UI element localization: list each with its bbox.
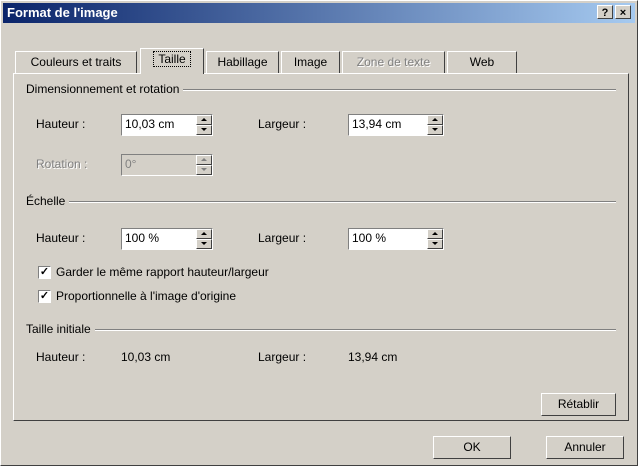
tab-panel-taille: Dimensionnement et rotation Hauteur : 10… [13,73,629,421]
spin-up-arrow-icon[interactable] [196,115,212,125]
scale-hauteur-spinner[interactable]: 100 % [121,228,213,250]
spinner-arrows [427,229,443,249]
scale-largeur-spinner[interactable]: 100 % [348,228,444,250]
dim-largeur-value: 13,94 cm [352,117,402,131]
format-image-dialog: Format de l'image ? × Couleurs et traits… [0,0,638,466]
checkmark-icon: ✓ [39,290,50,302]
lock-ratio-label[interactable]: Garder le même rapport hauteur/largeur [56,265,269,279]
group-divider [26,329,616,331]
dim-hauteur-label: Hauteur : [36,117,86,131]
scale-largeur-label: Largeur : [258,231,307,245]
dim-largeur-label: Largeur : [258,117,307,131]
tab-image[interactable]: Image [281,51,340,73]
orig-hauteur-value: 10,03 cm [121,350,171,364]
orig-largeur-label: Largeur : [258,350,307,364]
tab-label: Web [469,55,495,69]
spinner-arrows [196,155,212,175]
spin-up-arrow-icon[interactable] [427,115,443,125]
title-bar[interactable]: Format de l'image ? × [3,3,635,23]
help-button[interactable]: ? [597,5,613,19]
relative-original-checkbox[interactable]: ✓ [38,290,51,303]
spin-down-arrow-icon[interactable] [427,239,443,249]
reset-button[interactable]: Rétablir [541,393,616,416]
lock-ratio-checkbox[interactable]: ✓ [38,266,51,279]
dim-largeur-spinner[interactable]: 13,94 cm [348,114,444,136]
tab-couleurs-et-traits[interactable]: Couleurs et traits [15,51,137,73]
spin-up-arrow-icon[interactable] [196,229,212,239]
scale-largeur-value: 100 % [352,231,387,245]
tab-label: Habillage [217,55,268,69]
dim-hauteur-spinner[interactable]: 10,03 cm [121,114,213,136]
rotation-value: 0° [125,157,137,171]
ok-button[interactable]: OK [433,436,511,459]
orig-hauteur-label: Hauteur : [36,350,86,364]
tab-label: Couleurs et traits [30,55,122,69]
tab-label: Taille [153,51,191,67]
group-title-echelle: Échelle [26,194,70,208]
tab-zone-de-texte[interactable]: Zone de texte [342,51,445,73]
scale-hauteur-value: 100 % [125,231,160,245]
group-title-dimensionnement: Dimensionnement et rotation [26,82,184,96]
cancel-button[interactable]: Annuler [546,436,624,459]
dim-hauteur-value: 10,03 cm [125,117,175,131]
spinner-arrows [427,115,443,135]
spin-up-arrow-icon[interactable] [427,229,443,239]
group-title-taille-initiale: Taille initiale [26,322,95,336]
tab-label: Image [293,55,328,69]
spin-down-arrow-icon[interactable] [196,125,212,135]
rotation-label: Rotation : [36,157,88,171]
spinner-arrows [196,229,212,249]
spin-down-arrow-icon[interactable] [196,239,212,249]
relative-original-label[interactable]: Proportionnelle à l'image d'origine [56,289,236,303]
scale-hauteur-label: Hauteur : [36,231,86,245]
spin-down-arrow-icon[interactable] [196,165,212,175]
close-button[interactable]: × [615,5,631,19]
checkmark-icon: ✓ [39,266,50,278]
spinner-arrows [196,115,212,135]
group-divider [26,201,616,203]
spin-up-arrow-icon[interactable] [196,155,212,165]
tab-habillage[interactable]: Habillage [206,51,279,73]
spin-down-arrow-icon[interactable] [427,125,443,135]
orig-largeur-value: 13,94 cm [348,350,398,364]
tab-taille[interactable]: Taille [140,48,204,74]
window-title: Format de l'image [7,5,118,20]
rotation-spinner[interactable]: 0° [121,154,213,176]
tab-web[interactable]: Web [447,51,517,73]
tab-label: Zone de texte [356,55,431,69]
